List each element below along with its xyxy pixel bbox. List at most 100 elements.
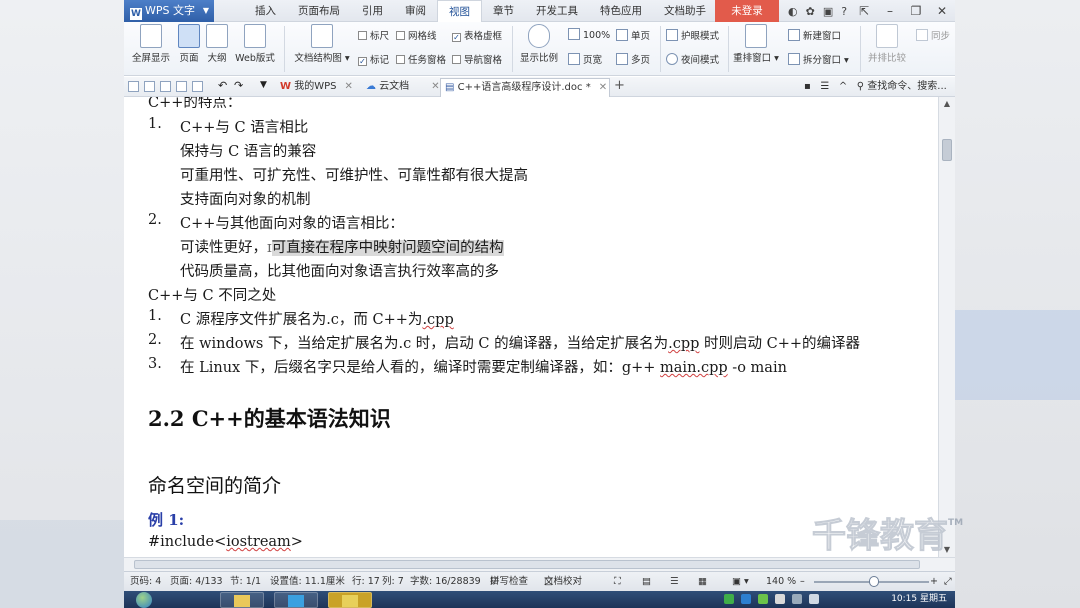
new-tab-icon[interactable]: + <box>614 78 625 93</box>
multi-page-button[interactable]: 多页 <box>616 52 650 66</box>
table-gridlines-checkbox[interactable]: ✓ 表格虚框 <box>452 28 502 42</box>
zoom-ratio-button[interactable]: 显示比例 <box>518 24 560 64</box>
checkbox-unchecked-icon <box>396 31 405 40</box>
share-icon[interactable]: ▣ <box>823 5 833 18</box>
night-mode-button[interactable]: 夜间模式 <box>666 52 719 66</box>
scroll-thumb[interactable] <box>134 560 920 569</box>
close-icon[interactable]: ✕ <box>929 0 955 22</box>
save-icon[interactable] <box>144 81 155 92</box>
side-by-side-button[interactable]: 并排比较 <box>864 24 910 64</box>
zoom-slider-handle[interactable] <box>869 576 879 587</box>
tab-my-wps[interactable]: W 我的WPS ✕ <box>276 78 357 97</box>
search-icon[interactable]: ⚲ <box>857 81 864 92</box>
export-pdf-icon[interactable] <box>192 81 203 92</box>
tab-doc-assistant[interactable]: 文档助手 <box>653 0 717 22</box>
web-view-button[interactable]: Web版式 <box>232 24 278 64</box>
fit-page-icon[interactable]: ⛶ <box>614 572 621 591</box>
scroll-up-icon[interactable]: ▲ <box>939 97 955 111</box>
tab-view[interactable]: 视图 <box>437 0 482 23</box>
vertical-scrollbar[interactable]: ▲ ▼ <box>938 97 955 557</box>
layout-menu-icon[interactable]: ▣ ▾ <box>732 572 749 591</box>
rearrange-window-button[interactable]: 重排窗口 ▾ <box>732 24 780 64</box>
login-button[interactable]: 未登录 <box>715 0 779 22</box>
fullscreen-label: 全屏显示 <box>131 53 170 64</box>
tab-references[interactable]: 引用 <box>351 0 394 22</box>
menu-icon[interactable]: ☰ <box>820 81 829 92</box>
undo-icon[interactable]: ↶ <box>218 79 227 92</box>
close-tab-icon[interactable]: ✕ <box>431 81 439 92</box>
split-window-button[interactable]: 拆分窗口 ▾ <box>788 52 849 66</box>
night-mode-label: 夜间模式 <box>681 55 720 66</box>
page-width-button[interactable]: 页宽 <box>568 52 602 66</box>
taskbar-explorer[interactable] <box>220 592 264 608</box>
app-menu-button[interactable]: W WPS 文字 ▼ <box>124 0 214 22</box>
skin-icon[interactable]: ◐ <box>788 5 798 18</box>
print-preview-icon[interactable] <box>176 81 187 92</box>
tray-icon[interactable] <box>775 594 785 604</box>
outline-view-button[interactable]: 大纲 <box>204 24 230 64</box>
tab-insert[interactable]: 插入 <box>244 0 287 22</box>
volume-icon[interactable] <box>809 594 819 604</box>
horizontal-scrollbar[interactable] <box>124 557 955 571</box>
tray-icon[interactable] <box>724 594 734 604</box>
eye-mode-button[interactable]: 护眼模式 <box>666 28 719 42</box>
web-layout-icon <box>244 24 266 48</box>
nav-pane-checkbox[interactable]: 导航窗格 <box>452 52 502 66</box>
windows-orb-icon <box>136 592 152 608</box>
minimize-icon[interactable]: – <box>877 0 903 22</box>
tab-review[interactable]: 审阅 <box>394 0 437 22</box>
new-window-button[interactable]: 新建窗口 <box>788 28 841 42</box>
start-button[interactable] <box>130 591 160 608</box>
doc-structure-button[interactable]: 文档结构图 ▾ <box>290 24 354 64</box>
page-view-icon[interactable]: ▤ <box>642 572 651 591</box>
tray-icon[interactable] <box>758 594 768 604</box>
text-run: C 源程序文件扩展名为.c，而 C++为 <box>180 312 423 328</box>
open-icon[interactable] <box>128 81 139 92</box>
chevron-down-icon[interactable]: ▼ <box>260 80 267 90</box>
maximize-icon[interactable]: ❐ <box>903 0 929 22</box>
single-page-button[interactable]: 单页 <box>616 28 650 42</box>
taskbar-app[interactable] <box>274 592 318 608</box>
tab-chapter[interactable]: 章节 <box>482 0 525 22</box>
magnifier-icon <box>528 24 550 48</box>
web-view-icon[interactable]: ▦ <box>698 572 707 591</box>
list-item: 在 windows 下，当给定扩展名为.c 时，启动 C 的编译器，当给定扩展名… <box>180 332 860 353</box>
page-view-button[interactable]: 页面 <box>176 24 202 64</box>
tab-page-layout[interactable]: 页面布局 <box>287 0 351 22</box>
gridlines-checkbox[interactable]: 网格线 <box>396 28 437 42</box>
command-search-box[interactable]: 查找命令、搜索... <box>867 81 947 92</box>
checkbox-unchecked-icon <box>396 55 405 64</box>
tab-document[interactable]: ▤ C++语言高级程序设计.doc * ✕ <box>440 78 610 97</box>
fullscreen-icon[interactable]: ⤢ <box>944 572 952 591</box>
taskbar-wps[interactable] <box>328 592 372 608</box>
sync-button[interactable]: 同步 <box>916 28 950 42</box>
minimize-pane-icon[interactable]: ▪ <box>804 81 811 92</box>
tab-developer[interactable]: 开发工具 <box>525 0 589 22</box>
close-tab-icon[interactable]: ✕ <box>599 82 607 93</box>
ruler-checkbox[interactable]: 标尺 <box>358 28 389 42</box>
outline-view-icon[interactable]: ☰ <box>670 572 679 591</box>
collapse-icon[interactable]: ^ <box>839 81 847 92</box>
fullscreen-button[interactable]: 全屏显示 <box>130 24 172 64</box>
zoom-100-button[interactable]: 100% <box>568 28 610 41</box>
close-tab-icon[interactable]: ✕ <box>344 81 352 92</box>
tab-cloud-docs[interactable]: ☁ 云文档 ✕ <box>362 78 444 97</box>
ribbon-divider <box>860 26 861 72</box>
scroll-thumb[interactable] <box>942 139 952 161</box>
network-icon[interactable] <box>792 594 802 604</box>
help-icon[interactable]: ? <box>841 5 847 18</box>
section-label: C++与 C 不同之处 <box>148 288 277 304</box>
document-page[interactable]: C++的特点： 1. C++与 C 语言相比 保持与 C 语言的兼容 可重用性、… <box>124 97 938 557</box>
print-icon[interactable] <box>160 81 171 92</box>
tab-special[interactable]: 特色应用 <box>589 0 653 22</box>
checkbox-unchecked-icon <box>358 31 367 40</box>
zoom-in-icon[interactable]: + <box>930 572 938 591</box>
tray-icon[interactable] <box>741 594 751 604</box>
settings-icon[interactable]: ✿ <box>806 5 815 18</box>
restore-ribbon-icon[interactable]: ⇱ <box>851 0 877 22</box>
marks-checkbox[interactable]: ✓ 标记 <box>358 52 389 66</box>
page-width-label: 页宽 <box>583 55 603 66</box>
zoom-out-icon[interactable]: – <box>800 572 805 591</box>
redo-icon[interactable]: ↷ <box>234 79 243 92</box>
task-pane-checkbox[interactable]: 任务窗格 <box>396 52 446 66</box>
